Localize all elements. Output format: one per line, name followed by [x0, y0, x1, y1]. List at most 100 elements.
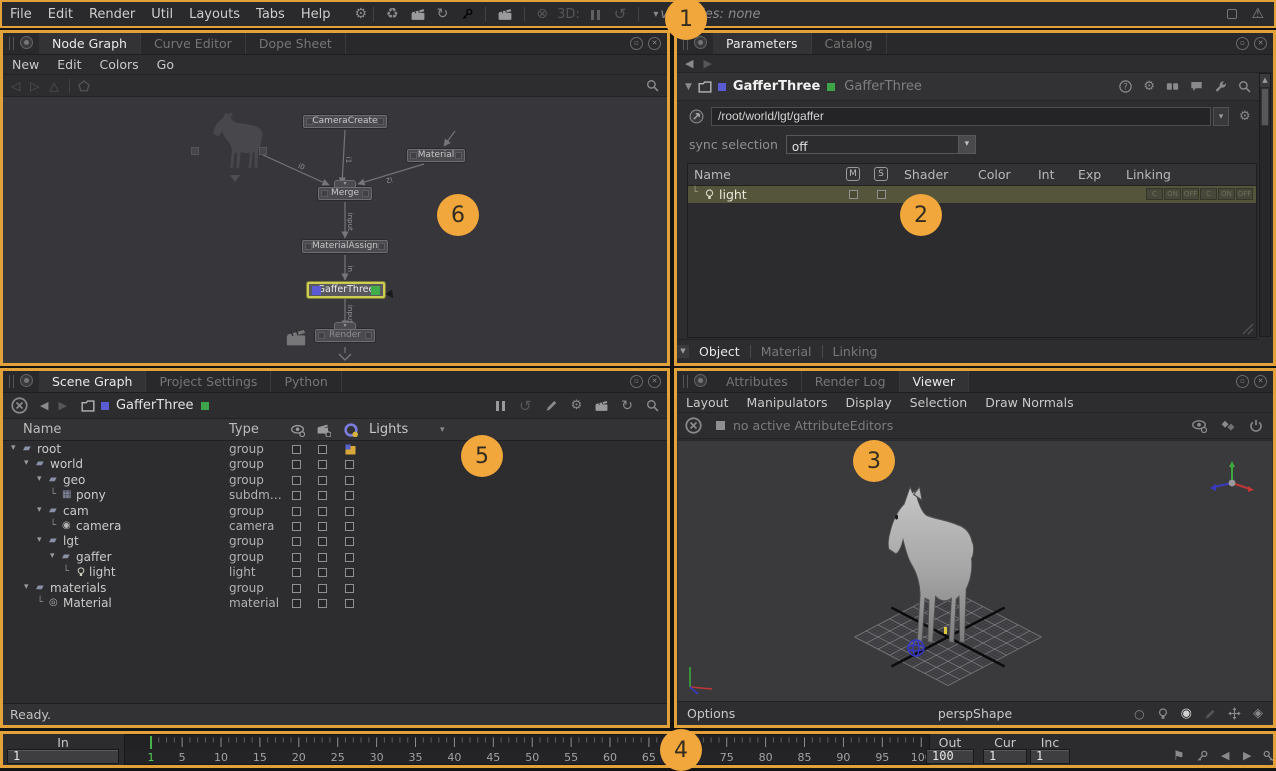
- tab-dope-sheet[interactable]: Dope Sheet: [246, 33, 346, 54]
- render-working-set-column-icon[interactable]: [317, 423, 331, 437]
- render-settings-icon[interactable]: [498, 7, 512, 21]
- viewer-menu-layout[interactable]: Layout: [677, 395, 738, 410]
- working-set-checkbox[interactable]: [318, 599, 327, 608]
- linking-c-button-0[interactable]: C: [1146, 188, 1163, 200]
- panel-pin-icon[interactable]: [694, 374, 707, 387]
- viewer-visibility-column-icon[interactable]: [291, 423, 305, 437]
- tab-viewer[interactable]: Viewer: [900, 371, 970, 392]
- history-back-icon[interactable]: ◀: [685, 57, 693, 70]
- linking-off-button-2[interactable]: OFF: [1182, 188, 1199, 200]
- col-m-icon[interactable]: M: [846, 167, 860, 181]
- working-set-checkbox[interactable]: [292, 537, 301, 546]
- timeline-ruler[interactable]: 1510152025303540455055606570758085909510…: [124, 734, 930, 765]
- clear-icon[interactable]: [11, 397, 28, 414]
- visibility-icon[interactable]: [1192, 418, 1207, 433]
- prev-frame-icon[interactable]: ◀: [1221, 749, 1229, 762]
- state-badges-icon[interactable]: [1166, 80, 1179, 93]
- tab-render-log[interactable]: Render Log: [802, 371, 900, 392]
- solo-checkbox[interactable]: [877, 190, 886, 199]
- working-set-checkbox[interactable]: [318, 537, 327, 546]
- settings-gear-icon[interactable]: ⚙: [354, 6, 367, 22]
- wrench-icon[interactable]: [1214, 80, 1227, 93]
- search-icon[interactable]: [646, 399, 659, 412]
- scenegraph-location-icon[interactable]: [689, 109, 704, 124]
- pencil-icon[interactable]: [545, 399, 558, 412]
- swirl-refresh-icon[interactable]: ↻: [437, 6, 449, 22]
- scroll-down-arrow[interactable]: ▼: [677, 345, 689, 358]
- pony-node-port-left[interactable]: [191, 147, 199, 155]
- viewer-viewport[interactable]: [678, 440, 1272, 701]
- history-forward-icon[interactable]: ▶: [58, 399, 66, 412]
- working-set-checkbox[interactable]: [292, 460, 301, 469]
- viewer-menu-manipulators[interactable]: Manipulators: [738, 395, 837, 410]
- working-set-checkbox[interactable]: [345, 522, 354, 531]
- tree-expander-icon[interactable]: ▾: [11, 443, 16, 453]
- history-back-icon[interactable]: ◀: [40, 399, 48, 412]
- working-set-checkbox[interactable]: [292, 584, 301, 593]
- node-material[interactable]: Material: [407, 149, 465, 162]
- working-set-checkbox[interactable]: [318, 553, 327, 562]
- circle-icon[interactable]: ○: [1134, 707, 1144, 721]
- comment-icon[interactable]: [1190, 80, 1203, 93]
- panel-float-icon[interactable]: ▫: [1236, 37, 1249, 50]
- options-button[interactable]: Options: [687, 706, 735, 721]
- working-set-checkbox[interactable]: [345, 476, 354, 485]
- linking-off-button-5[interactable]: OFF: [1236, 188, 1253, 200]
- out-frame-field[interactable]: 100: [926, 749, 974, 764]
- menu-util[interactable]: Util: [143, 7, 181, 22]
- move-manipulator-icon[interactable]: [1228, 707, 1241, 720]
- menu-file[interactable]: File: [2, 7, 40, 22]
- resize-grip-icon[interactable]: [1242, 323, 1254, 335]
- panel-drag-handle[interactable]: [683, 375, 688, 388]
- viewer-menu-draw-normals[interactable]: Draw Normals: [976, 395, 1082, 410]
- working-set-checkbox[interactable]: [292, 507, 301, 516]
- nodegraph-menu-colors[interactable]: Colors: [90, 57, 147, 72]
- tab-scene-graph[interactable]: Scene Graph: [39, 371, 146, 392]
- camera-name-label[interactable]: perspShape: [938, 706, 1012, 721]
- gear-icon[interactable]: ⚙: [1143, 79, 1155, 94]
- panel-close-icon[interactable]: ✕: [1254, 375, 1267, 388]
- tree-expander-icon[interactable]: ▾: [37, 505, 42, 515]
- tab-attributes[interactable]: Attributes: [713, 371, 802, 392]
- next-keyframe-icon[interactable]: [1263, 750, 1276, 763]
- tree-expander-icon[interactable]: ▾: [37, 535, 42, 545]
- node-cameracreate[interactable]: CameraCreate: [303, 115, 387, 128]
- node-expander-icon[interactable]: ▼: [685, 82, 692, 92]
- working-set-checkbox[interactable]: [292, 522, 301, 531]
- working-set-active-icon[interactable]: [345, 444, 356, 455]
- message-center-icon[interactable]: [1227, 9, 1237, 19]
- light-row[interactable]: └ light CONOFFCONOFF: [688, 186, 1256, 203]
- horse-model[interactable]: [870, 485, 988, 655]
- working-set-checkbox[interactable]: [345, 491, 354, 500]
- tab-curve-editor[interactable]: Curve Editor: [141, 33, 246, 54]
- scenegraph-row-root[interactable]: ▾▰rootgroup: [3, 442, 667, 457]
- scenegraph-row-pony[interactable]: └▦ponysubdm…: [3, 488, 667, 503]
- scenegraph-row-geo[interactable]: ▾▰geogroup: [3, 473, 667, 488]
- working-set-checkbox[interactable]: [318, 491, 327, 500]
- working-set-checkbox[interactable]: [318, 507, 327, 516]
- working-set-checkbox[interactable]: [292, 568, 301, 577]
- panel-close-icon[interactable]: ✕: [1254, 37, 1267, 50]
- diamond-manipulator-icon[interactable]: ◈: [1253, 706, 1263, 721]
- tab-node-graph[interactable]: Node Graph: [39, 33, 141, 54]
- live-render-column-icon[interactable]: [344, 423, 358, 437]
- tab-material[interactable]: Material: [751, 344, 822, 359]
- increment-field[interactable]: 1: [1030, 749, 1070, 764]
- sync-selection-dropdown[interactable]: off ▾: [786, 135, 976, 154]
- nodegraph-menu-go[interactable]: Go: [148, 57, 183, 72]
- pause-icon[interactable]: [494, 396, 506, 415]
- panel-pin-icon[interactable]: [20, 374, 33, 387]
- working-set-checkbox[interactable]: [318, 584, 327, 593]
- node-gafferthree[interactable]: GafferThree: [307, 282, 385, 298]
- tab-object[interactable]: Object: [689, 344, 750, 359]
- tab-project-settings[interactable]: Project Settings: [146, 371, 271, 392]
- menu-tabs[interactable]: Tabs: [248, 7, 293, 22]
- render-clapper-icon[interactable]: [411, 7, 425, 21]
- nav-up-icon[interactable]: △: [49, 79, 58, 93]
- clear-icon[interactable]: [685, 417, 702, 434]
- viewer-menu-selection[interactable]: Selection: [901, 395, 977, 410]
- working-set-checkbox[interactable]: [318, 460, 327, 469]
- linking-on-button-4[interactable]: ON: [1218, 188, 1235, 200]
- nav-forward-icon[interactable]: ▷: [30, 79, 39, 93]
- tab-linking[interactable]: Linking: [823, 344, 888, 359]
